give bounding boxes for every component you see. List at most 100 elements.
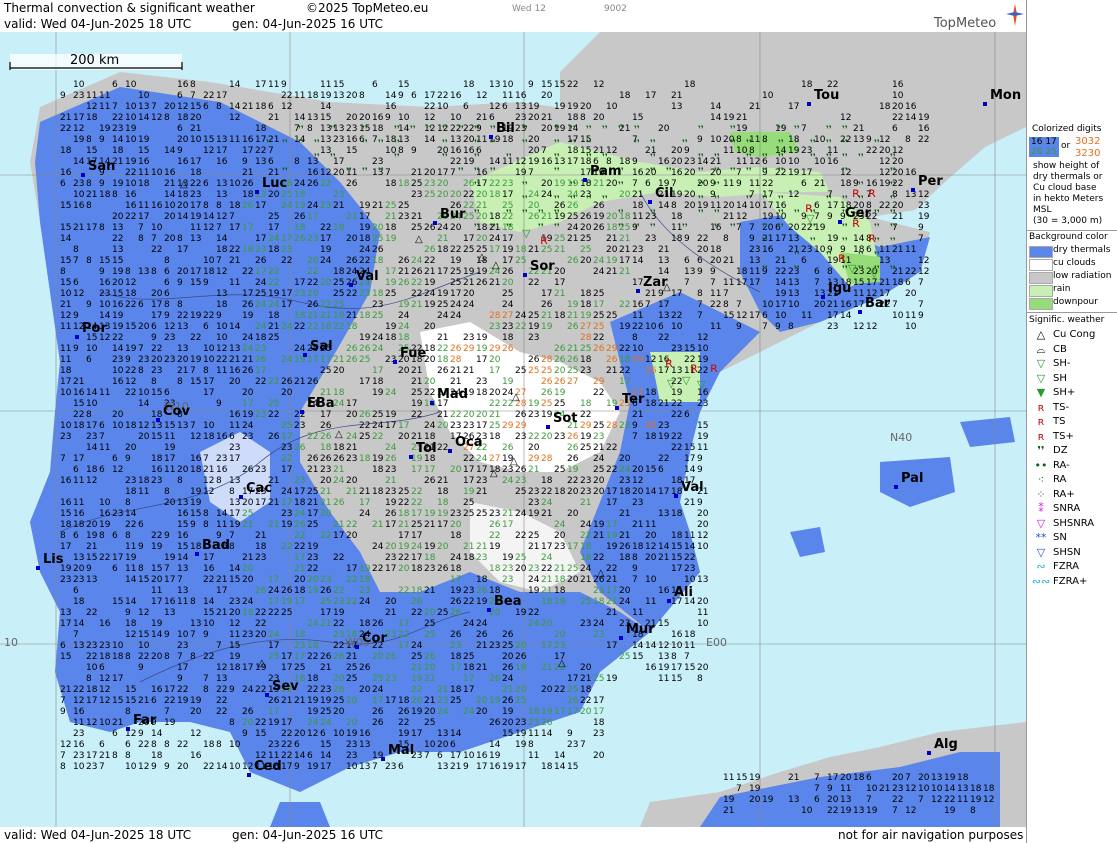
thermal-height-value: 20	[658, 124, 670, 134]
thermal-height-value: 12	[229, 113, 240, 123]
thermal-height-value: 26	[398, 278, 410, 288]
thermal-height-value: 22	[515, 322, 526, 332]
drizzle-icon: ❜❜	[522, 139, 528, 149]
thermal-height-value: 12	[125, 630, 136, 640]
thermal-height-value: 26	[424, 476, 436, 486]
thermal-height-value: 13	[658, 311, 669, 321]
thermal-height-value: 18	[489, 212, 501, 222]
thermal-height-value: 16	[216, 432, 228, 442]
thermal-height-value: 9	[385, 113, 391, 123]
thermal-height-value: 25	[242, 509, 253, 519]
thermal-height-value: 18	[255, 124, 267, 134]
thermal-height-value: 15	[684, 344, 695, 354]
thermal-height-value: 24	[437, 223, 449, 233]
thermal-height-value: 8	[125, 498, 131, 508]
thermal-height-value: 24	[489, 234, 501, 244]
city-label: Bea	[494, 594, 522, 609]
thermal-height-value: 8	[229, 718, 235, 728]
thermal-height-value: 23	[138, 355, 149, 365]
drizzle-icon: ❜❜	[730, 139, 736, 149]
thermal-height-value: 24	[333, 399, 345, 409]
thermal-height-value: 26	[489, 520, 501, 530]
thermal-height-value: 26	[450, 597, 462, 607]
legend-label: dry thermals	[1053, 245, 1110, 255]
thermal-height-value: 17	[242, 223, 253, 233]
thermal-height-value: 8	[203, 366, 209, 376]
thermal-height-value: 19	[411, 674, 423, 684]
thermal-height-value: 11	[216, 366, 227, 376]
drizzle-icon: ❜❜	[538, 209, 544, 219]
thermal-height-value: 11	[879, 245, 890, 255]
thermal-height-value: 8	[827, 267, 833, 277]
thermal-height-value: 8	[580, 113, 586, 123]
thermal-height-value: 19	[112, 322, 124, 332]
topmeteo-logo[interactable]: TopMeteo	[924, 2, 1026, 32]
city-label: Por	[82, 321, 107, 336]
thermal-height-value: 18	[593, 718, 605, 728]
thermal-height-value: 6	[151, 696, 157, 706]
thermal-height-value: 8	[86, 256, 92, 266]
thermal-height-value: 13	[515, 102, 526, 112]
thermal-height-value: 13	[840, 795, 851, 805]
thermal-height-value: 10	[86, 399, 98, 409]
thermal-height-value: 22	[411, 487, 422, 497]
thermal-height-value: 13	[788, 278, 799, 288]
thermal-height-value: 24	[463, 707, 475, 717]
thermal-height-value: 19	[359, 564, 371, 574]
thermal-height-value: 16	[112, 300, 124, 310]
thermal-height-value: 6	[177, 124, 183, 134]
thermal-height-value: 21	[190, 124, 201, 134]
drizzle-icon: ❜❜	[698, 125, 704, 135]
thermal-height-value: 7	[684, 652, 690, 662]
thermal-height-value: 22	[346, 520, 357, 530]
thermal-height-value: 19	[385, 498, 397, 508]
thermal-height-value: 20	[619, 190, 631, 200]
thermal-height-value: 21	[476, 641, 487, 651]
thermal-height-value: 20	[164, 212, 176, 222]
thermal-height-value: 19	[437, 289, 449, 299]
thermal-height-value: 7	[216, 641, 222, 651]
thermal-height-value: 11	[632, 311, 643, 321]
thermal-height-value: 12	[905, 784, 916, 794]
thermal-height-value: 24	[593, 267, 605, 277]
thermal-height-value: 20	[437, 190, 449, 200]
thermal-height-value: 24	[476, 454, 488, 464]
thermal-height-value: 20	[177, 355, 189, 365]
thermal-height-value: 21	[489, 278, 500, 288]
drizzle-icon: ❜❜	[586, 195, 592, 205]
thermal-height-value: 7	[112, 102, 118, 112]
thermal-height-value: 10	[229, 762, 241, 772]
thermal-height-value: 26	[242, 366, 254, 376]
thermal-height-value: 18	[229, 201, 241, 211]
thermal-height-value: 18	[450, 564, 462, 574]
weather-legend-label: SH+	[1053, 387, 1075, 398]
thermal-height-value: 23	[645, 234, 656, 244]
thermal-height-value: 24	[255, 278, 267, 288]
thermal-height-value: 18	[502, 333, 514, 343]
thermal-height-value: 20	[502, 652, 514, 662]
thermal-height-value: 11	[658, 674, 669, 684]
thermal-height-value: 26	[294, 520, 306, 530]
thermal-height-value: 14	[840, 311, 852, 321]
thermal-height-value: 7	[645, 300, 651, 310]
thermal-height-value: 20	[346, 531, 358, 541]
thermal-height-value: 22	[307, 564, 318, 574]
thermal-height-value: 18	[125, 289, 137, 299]
thermal-height-value: 8	[203, 520, 209, 530]
thermal-height-value: 23	[593, 630, 604, 640]
thermal-height-value: 21	[320, 487, 331, 497]
thermal-height-value: 17	[216, 586, 227, 596]
weather-map[interactable]: 10 6 10 16 8 14 17 11 9 11 15 6 15 18 13 10 9 15 15 22 12 18 1…	[0, 32, 1026, 827]
thermal-height-value: 21	[437, 410, 448, 420]
thermal-height-value: 21	[684, 498, 695, 508]
drizzle-icon: ❜❜	[842, 223, 848, 233]
thermal-height-value: 25	[593, 289, 604, 299]
thermal-height-value: 22	[125, 168, 136, 178]
freezing-rain-icon: ∾	[1029, 560, 1053, 573]
thermal-height-value: 20	[697, 663, 709, 673]
thermal-height-value: 26	[567, 322, 579, 332]
thermal-height-value: 7	[541, 146, 547, 156]
thermal-height-value: 17	[541, 289, 552, 299]
thermal-height-value: 18	[983, 784, 995, 794]
thermal-height-value: 20	[593, 476, 605, 486]
